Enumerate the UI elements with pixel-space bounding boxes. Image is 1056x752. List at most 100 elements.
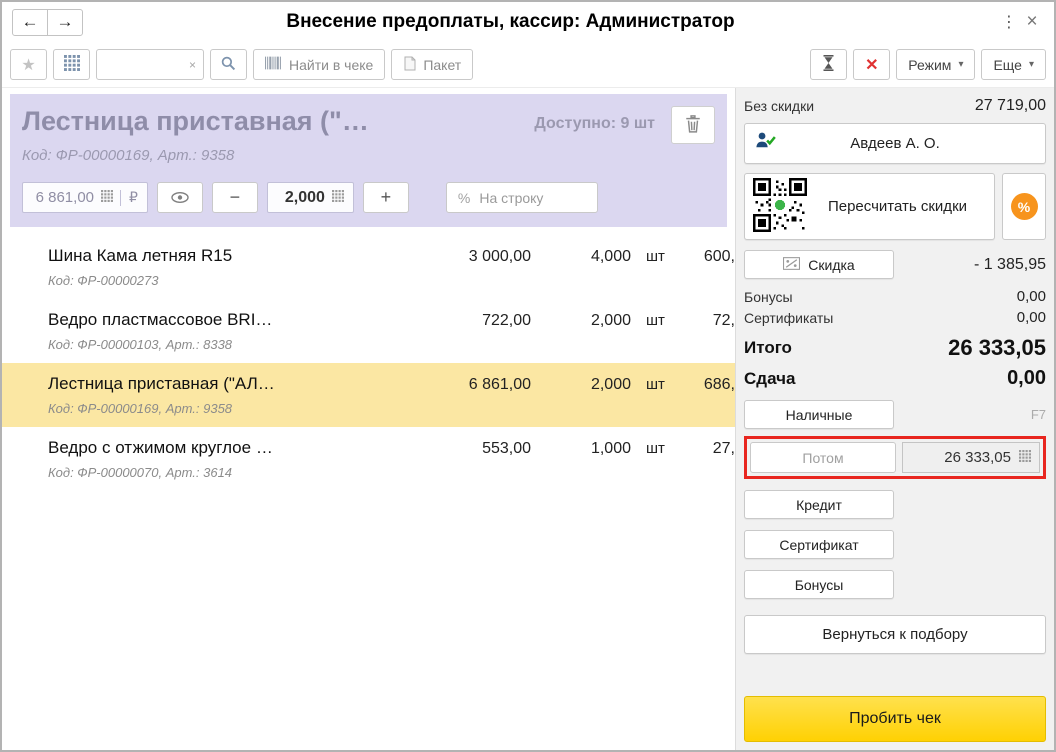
bonuses-label: Бонусы	[744, 288, 793, 305]
certificate-button[interactable]: Сертификат	[744, 530, 894, 559]
recalc-discounts-label: Пересчитать скидки	[827, 197, 968, 215]
price-field[interactable]: 6 861,00 ₽	[22, 182, 148, 213]
keypad-icon[interactable]	[1019, 449, 1031, 466]
person-check-icon	[755, 132, 777, 153]
change-label: Сдача	[744, 368, 796, 388]
item-unit: шт	[646, 248, 665, 265]
item-code: Код: ФР-00000103, Арт.: 8338	[48, 337, 233, 352]
item-price: 553,00	[482, 440, 531, 457]
item-code: Код: ФР-00000070, Арт.: 3614	[48, 465, 233, 480]
chevron-down-icon: ▾	[1028, 59, 1034, 70]
back-to-selection-label: Вернуться к подбору	[822, 626, 968, 643]
find-in-check-button[interactable]: Найти в чеке	[253, 49, 386, 80]
delete-line-button[interactable]	[671, 106, 715, 144]
recalc-row: Пересчитать скидки %	[744, 173, 1046, 240]
clear-search-icon[interactable]: ×	[189, 58, 196, 72]
list-item-main: Шина Кама летняя R15 3 000,00 4,000 шт 6…	[14, 246, 735, 266]
item-total: 72,	[712, 312, 735, 329]
later-amount-field[interactable]: 26 333,05	[902, 442, 1040, 473]
certificate-button-label: Сертификат	[779, 536, 859, 553]
payment-panel: Без скидки 27 719,00 Авдеев А. О. Пересч…	[735, 88, 1054, 750]
client-button[interactable]: Авдеев А. О.	[744, 123, 1046, 164]
discount-row: Скидка - 1 385,95	[744, 250, 1046, 279]
more-dropdown[interactable]: Еще ▾	[981, 49, 1046, 80]
mode-dropdown[interactable]: Режим ▾	[896, 49, 976, 80]
more-label: Еще	[993, 56, 1022, 73]
percent-icon: %	[457, 189, 471, 206]
item-code: Код: ФР-00000169, Арт.: 9358	[48, 401, 233, 416]
item-name: Ведро пластмассовое BRI…	[48, 310, 273, 329]
discount-value: - 1 385,95	[973, 255, 1046, 273]
bonuses-button-label: Бонусы	[794, 576, 844, 593]
back-button[interactable]: ←	[12, 8, 48, 36]
price-value: 6 861,00	[35, 189, 94, 206]
cash-button[interactable]: Наличные	[744, 400, 894, 429]
package-button[interactable]: Пакет	[391, 49, 474, 80]
certificates-label: Сертификаты	[744, 309, 834, 326]
item-total: 686,	[703, 376, 735, 393]
change-row: Сдача 0,00	[744, 367, 1046, 390]
nav-group: ← →	[12, 8, 83, 36]
item-price: 3 000,00	[468, 248, 531, 265]
list-item-main: Лестница приставная ("АЛ… 6 861,00 2,000…	[14, 374, 735, 394]
plus-icon: +	[380, 187, 392, 207]
qty-decrease-button[interactable]: −	[211, 182, 258, 213]
titlebar: ← → Внесение предоплаты, кассир: Админис…	[2, 2, 1054, 42]
numpad-button[interactable]	[53, 49, 90, 80]
search-button[interactable]	[210, 49, 247, 80]
discount-button[interactable]: Скидка	[744, 250, 894, 279]
line-discount-button[interactable]: % На строку	[445, 182, 598, 213]
list-item[interactable]: Ведро с отжимом круглое … 553,00 1,000 ш…	[2, 427, 735, 491]
list-item-selected[interactable]: Лестница приставная ("АЛ… 6 861,00 2,000…	[2, 363, 735, 427]
item-unit: шт	[646, 312, 665, 329]
credit-button[interactable]: Кредит	[744, 490, 894, 519]
minus-icon: −	[229, 187, 241, 207]
later-button-label: Потом	[802, 449, 844, 466]
favorites-button[interactable]: ★	[10, 49, 47, 80]
recalc-discounts-button[interactable]: Пересчитать скидки	[744, 173, 995, 240]
mode-label: Режим	[908, 56, 952, 73]
star-icon: ★	[21, 56, 36, 74]
bonuses-value: 0,00	[1016, 288, 1046, 305]
item-price: 6 861,00	[468, 376, 531, 393]
qty-increase-button[interactable]: +	[362, 182, 409, 213]
back-to-selection-button[interactable]: Вернуться к подбору	[744, 615, 1046, 654]
item-unit: шт	[646, 440, 665, 457]
bonuses-button[interactable]: Бонусы	[744, 570, 894, 599]
qr-code-image	[753, 178, 807, 235]
list-item[interactable]: Шина Кама летняя R15 3 000,00 4,000 шт 6…	[2, 235, 735, 299]
later-button[interactable]: Потом	[750, 442, 896, 473]
later-amount-value: 26 333,05	[944, 449, 1011, 466]
credit-button-label: Кредит	[796, 496, 842, 513]
manual-discount-button[interactable]: %	[1002, 173, 1046, 240]
keypad-icon[interactable]	[331, 189, 344, 207]
qty-field[interactable]: 2,000	[266, 182, 354, 213]
checkout-button[interactable]: Пробить чек	[744, 696, 1046, 742]
close-icon[interactable]: ×	[1020, 11, 1044, 33]
total-value: 26 333,05	[948, 335, 1046, 360]
grid-icon	[63, 55, 80, 74]
cancel-button[interactable]: ✕	[853, 49, 891, 80]
keypad-icon[interactable]	[101, 189, 113, 207]
list-item-main: Ведро с отжимом круглое … 553,00 1,000 ш…	[14, 438, 735, 458]
content: Лестница приставная ("… Доступно: 9 шт К…	[2, 88, 1054, 750]
item-price: 722,00	[482, 312, 531, 329]
view-line-button[interactable]	[156, 182, 203, 213]
quick-search-input[interactable]	[104, 57, 189, 72]
item-unit: шт	[646, 376, 665, 393]
red-x-icon: ✕	[865, 56, 879, 74]
list-item-main: Ведро пластмассовое BRI… 722,00 2,000 шт…	[14, 310, 735, 330]
kebab-menu-icon[interactable]: ⋮	[998, 12, 1020, 32]
bonuses-row: Бонусы 0,00	[744, 288, 1046, 305]
forward-button[interactable]: →	[47, 8, 83, 36]
hourglass-button[interactable]	[810, 49, 848, 80]
package-icon	[403, 56, 416, 74]
percent-badge-icon: %	[1010, 193, 1038, 220]
search-icon	[221, 56, 236, 74]
item-code: Код: ФР-00000273	[48, 273, 159, 288]
discount-card-icon	[783, 256, 801, 273]
list-item[interactable]: Ведро пластмассовое BRI… 722,00 2,000 шт…	[2, 299, 735, 363]
selected-product-header: Лестница приставная ("… Доступно: 9 шт	[22, 106, 715, 144]
change-value: 0,00	[1007, 367, 1046, 389]
package-label: Пакет	[423, 56, 462, 73]
